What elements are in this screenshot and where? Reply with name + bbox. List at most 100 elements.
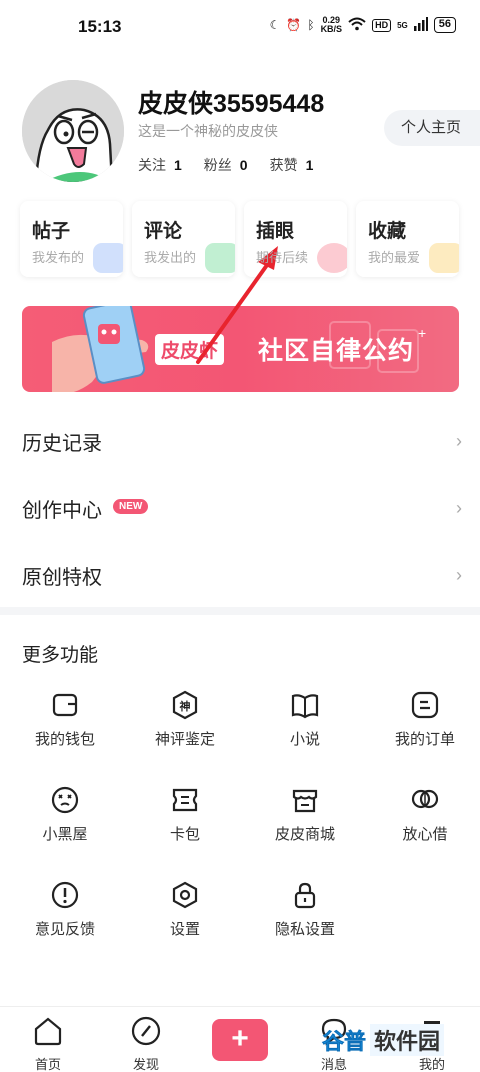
grid-label: 放心借 [402,826,448,843]
grid-novel[interactable]: 小说 [245,690,365,770]
bluetooth-icon: ᛒ [307,18,315,32]
nav-label: 消息 [320,1057,347,1072]
card-subtitle: 期待后续 [256,250,309,265]
nav-label: 发现 [132,1057,159,1072]
stat-label: 粉丝 [203,157,232,173]
watermark-part1: 谷普 [322,1029,367,1055]
stat-value: 0 [239,157,248,173]
stat-value: 1 [174,157,182,173]
grid-card-wallet[interactable]: 卡包 [125,785,245,865]
username: 皮皮侠35595448 [138,90,325,118]
dizzy-face-icon [51,786,79,814]
shen-badge-icon: 神 [172,690,198,720]
stat-label: 关注 [138,157,166,173]
phone-hand-illustration [52,306,149,392]
grid-label: 意见反馈 [34,921,95,938]
grid-privacy[interactable]: 隐私设置 [245,880,365,960]
bio: 这是一个神秘的皮皮侠 [138,123,278,139]
card-subtitle: 我的最爱 [368,250,421,265]
grid-label: 我的订单 [394,731,455,748]
grid-store[interactable]: 皮皮商城 [245,785,365,865]
network-speed: 0.29 KB/S [321,16,343,34]
banner-deco: + [329,321,426,373]
avatar[interactable] [22,80,124,182]
signal-5g: 5G [397,20,408,30]
store-icon [292,789,318,813]
nav-home[interactable]: 首页 [13,1015,83,1072]
card-posts[interactable]: 帖子 我发布的 [20,201,123,277]
stat-value: 1 [305,157,314,173]
wallet-icon [52,693,78,717]
alarm-icon: ⏰ [286,18,302,32]
grid-label: 我的钱包 [34,731,95,748]
grid-label: 皮皮商城 [274,826,335,843]
card-bookmarks[interactable]: 插眼 期待后续 [244,201,347,277]
grid-blackhouse[interactable]: 小黑屋 [5,785,125,865]
menu-label: 历史记录 [22,432,102,455]
loan-icon [411,789,439,809]
section-divider [0,607,480,615]
card-subtitle: 我发出的 [144,250,197,265]
battery-indicator: 56 [433,17,456,33]
card-favorites[interactable]: 收藏 我的最爱 [356,201,459,277]
status-time: 15:13 [78,17,122,36]
grid-shen-appraisal[interactable]: 神 神评鉴定 [125,690,245,770]
nav-discover[interactable]: 发现 [111,1015,181,1072]
profile-stats: 关注 1 粉丝 0 获赞 1 [138,155,313,175]
menu-creator-center[interactable]: 创作中心 NEW › [0,478,480,538]
stat-likes[interactable]: 获赞 1 [270,155,314,175]
publish-plus-button[interactable]: + [212,1019,268,1061]
card-title: 插眼 [256,221,295,242]
grid-label: 神评鉴定 [154,731,215,748]
card-subtitle: 我发布的 [32,250,85,265]
grid-loan[interactable]: 放心借 [365,785,480,865]
watermark-part2: 软件园 [370,1024,445,1056]
stat-label: 获赞 [269,157,298,173]
grid-feedback[interactable]: 意见反馈 [5,880,125,960]
order-icon [411,691,439,719]
feedback-icon [51,881,79,909]
signal-bars-icon [413,16,428,34]
moon-icon: ☾ [269,18,281,32]
watermark: 谷普 软件园 [322,1024,445,1056]
grid-label: 卡包 [169,826,200,843]
card-icon [172,788,198,812]
menu-original-privilege[interactable]: 原创特权 › [0,545,480,605]
menu-label: 创作中心 [22,499,102,522]
lock-icon [294,882,316,909]
shen-glyph: 神 [180,699,191,713]
grid-label: 隐私设置 [274,921,335,938]
stat-followers[interactable]: 粉丝 0 [204,155,248,175]
menu-history[interactable]: 历史记录 › [0,411,480,471]
status-icons: ☾ ⏰ ᛒ 0.29 KB/S HD 5G 56 [270,16,456,34]
compass-icon [131,1016,161,1046]
profile-home-button[interactable]: 个人主页 [384,110,480,146]
wifi-icon [348,17,366,34]
nav-label: 我的 [418,1057,445,1072]
card-title: 帖子 [32,221,71,242]
card-comments[interactable]: 评论 我发出的 [132,201,235,277]
more-functions-title: 更多功能 [22,645,99,666]
hd-icon: HD [372,18,392,32]
home-icon [34,1017,62,1046]
stat-following[interactable]: 关注 1 [138,155,182,175]
grid-label: 设置 [169,921,200,938]
menu-label: 原创特权 [22,566,102,589]
grid-label: 小说 [289,731,320,748]
card-title: 评论 [144,221,183,242]
chevron-right-icon: › [456,564,462,585]
chevron-right-icon: › [456,430,462,451]
settings-icon [172,881,198,909]
new-badge: NEW [113,499,149,514]
speed-unit: KB/S [320,24,343,34]
grid-settings[interactable]: 设置 [125,880,245,960]
nav-label: 首页 [34,1057,61,1072]
card-title: 收藏 [368,221,407,242]
status-bar: 15:13 ☾ ⏰ ᛒ 0.29 KB/S HD 5G 56 [0,0,480,56]
chevron-right-icon: › [456,497,462,518]
grid-wallet[interactable]: 我的钱包 [5,690,125,770]
book-icon [291,694,319,719]
grid-orders[interactable]: 我的订单 [365,690,480,770]
svg-text:+: + [418,325,426,341]
grid-label: 小黑屋 [42,826,88,843]
